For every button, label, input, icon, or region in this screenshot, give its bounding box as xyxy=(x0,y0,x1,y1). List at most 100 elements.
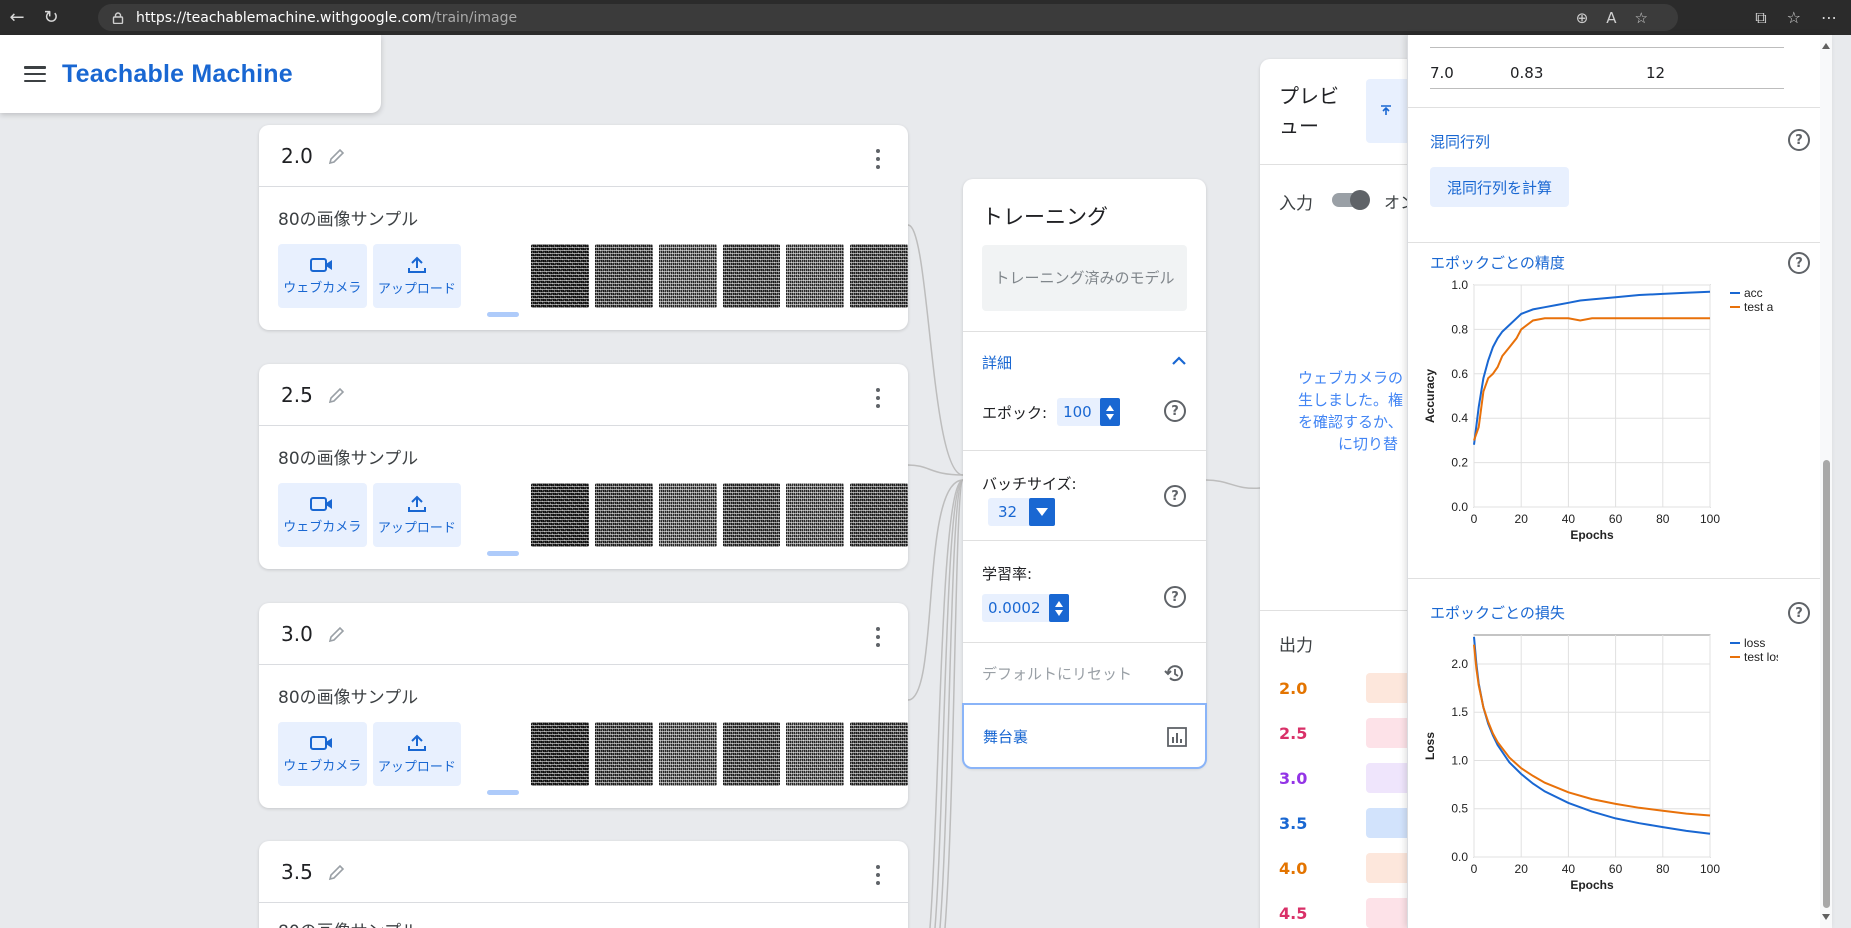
sample-thumbnail[interactable] xyxy=(658,244,717,308)
edit-pencil-icon[interactable] xyxy=(327,385,347,405)
reset-defaults-label: デフォルトにリセット xyxy=(982,664,1133,683)
scrollbar-thumb[interactable] xyxy=(1823,460,1830,908)
compute-confusion-button[interactable]: 混同行列を計算 xyxy=(1430,167,1570,207)
sample-thumbnail[interactable] xyxy=(467,244,525,308)
class-name[interactable]: 3.0 xyxy=(281,622,313,646)
samples-scrollbar[interactable] xyxy=(487,312,519,317)
y-axis-label: Accuracy xyxy=(1423,369,1437,423)
class-name[interactable]: 3.5 xyxy=(281,860,313,884)
samples-scrollbar[interactable] xyxy=(487,790,519,795)
y-tick-label: 0.6 xyxy=(1451,367,1468,381)
y-axis-label: Loss xyxy=(1423,732,1437,760)
x-tick-label: 40 xyxy=(1562,862,1576,876)
trained-model-button[interactable]: トレーニング済みのモデル xyxy=(982,245,1187,311)
learning-rate-stepper[interactable] xyxy=(1048,594,1069,622)
class-card-2-5: 2.5 80の画像サンプル ウェブカメラ アップロード xyxy=(259,364,908,569)
sample-thumbnail[interactable] xyxy=(467,722,525,786)
x-axis-label: Epochs xyxy=(1570,878,1614,892)
epochs-stepper[interactable] xyxy=(1099,398,1120,426)
sample-thumbnail[interactable] xyxy=(722,244,781,308)
class-name[interactable]: 2.5 xyxy=(281,383,313,407)
epochs-input[interactable]: 100 xyxy=(1057,398,1120,426)
accuracy-help-icon[interactable]: ? xyxy=(1788,252,1810,274)
epochs-help-icon[interactable]: ? xyxy=(1164,400,1186,422)
more-icon[interactable]: ⋯ xyxy=(1821,8,1837,27)
input-toggle[interactable] xyxy=(1332,190,1370,210)
sample-thumbnail[interactable] xyxy=(722,483,781,547)
webcam-label: ウェブカメラ xyxy=(283,519,362,535)
chevron-up-icon[interactable] xyxy=(1172,354,1186,368)
accuracy-chart-title: エポックごとの精度 xyxy=(1430,254,1565,272)
upload-button[interactable]: アップロード xyxy=(372,722,462,786)
favorite-star-icon[interactable]: ☆ xyxy=(1635,9,1648,27)
extensions-icon[interactable]: ⧉ xyxy=(1755,8,1766,28)
accuracy-table-row: 7.0 0.83 12 xyxy=(1430,55,1784,89)
webcam-button[interactable]: ウェブカメラ xyxy=(278,722,367,786)
sample-thumbnail[interactable] xyxy=(530,483,589,547)
sample-thumbnail[interactable] xyxy=(594,722,653,786)
output-class-label: 3.5 xyxy=(1279,814,1308,833)
scroll-down-icon[interactable] xyxy=(1822,914,1830,920)
edit-pencil-icon[interactable] xyxy=(327,146,347,166)
sample-thumbnail[interactable] xyxy=(530,244,589,308)
drawer-scrollbar[interactable] xyxy=(1820,35,1832,928)
epochs-value: 100 xyxy=(1063,403,1092,421)
legend-label: loss xyxy=(1744,636,1765,650)
learning-rate-value: 0.0002 xyxy=(988,599,1041,617)
sample-thumbnail[interactable] xyxy=(658,722,717,786)
upload-label: アップロード xyxy=(377,520,456,536)
favorites-icon[interactable]: ☆ xyxy=(1787,8,1801,27)
class-options-icon[interactable] xyxy=(876,149,880,169)
videocam-icon xyxy=(310,496,333,511)
x-tick-label: 0 xyxy=(1471,862,1478,876)
confusion-help-icon[interactable]: ? xyxy=(1788,129,1810,151)
loss-chart: 0 20 40 60 80 100 0.0 0.5 1.0 1.5 2.0 Epochs Loss los… xyxy=(1423,634,1778,892)
batch-size-select[interactable]: 32 xyxy=(988,498,1056,526)
upload-icon xyxy=(407,734,426,751)
loss-help-icon[interactable]: ? xyxy=(1788,602,1810,624)
sample-thumbnail[interactable] xyxy=(850,244,908,308)
output-class-label: 3.0 xyxy=(1279,769,1308,788)
sample-count: 80の画像サンプル xyxy=(278,688,419,708)
batch-size-help-icon[interactable]: ? xyxy=(1164,485,1186,507)
learning-rate-input[interactable]: 0.0002 xyxy=(982,594,1069,622)
sample-thumbnail[interactable] xyxy=(722,722,781,786)
class-card-3-0: 3.0 80の画像サンプル ウェブカメラ アップロード xyxy=(259,603,908,808)
dropdown-arrow-icon[interactable] xyxy=(1029,498,1056,526)
zoom-icon[interactable]: ⊕ xyxy=(1576,9,1589,27)
class-name[interactable]: 2.0 xyxy=(281,144,313,168)
webcam-button[interactable]: ウェブカメラ xyxy=(278,483,367,547)
details-toggle[interactable]: 詳細 xyxy=(963,332,1206,392)
sample-thumbnail[interactable] xyxy=(530,722,589,786)
scroll-up-icon[interactable] xyxy=(1822,43,1830,49)
samples-scrollbar[interactable] xyxy=(487,551,519,556)
sample-count: 80の画像サンプル xyxy=(278,917,908,928)
sample-thumbnail[interactable] xyxy=(594,244,653,308)
class-options-icon[interactable] xyxy=(876,865,880,885)
sample-thumbnail[interactable] xyxy=(594,483,653,547)
sample-thumbnail[interactable] xyxy=(786,722,845,786)
webcam-button[interactable]: ウェブカメラ xyxy=(278,244,367,308)
upload-button[interactable]: アップロード xyxy=(372,244,462,308)
sample-thumbnail[interactable] xyxy=(467,483,525,547)
sample-thumbnail[interactable] xyxy=(658,483,717,547)
preview-panel: プレビュー 入力 オン ウェブカメラの 生しました。権 を確認するか、 に切り替… xyxy=(1260,59,1420,928)
edit-pencil-icon[interactable] xyxy=(327,624,347,644)
class-options-icon[interactable] xyxy=(876,388,880,408)
sample-thumbnail[interactable] xyxy=(850,483,908,547)
upload-button[interactable]: アップロード xyxy=(372,483,462,547)
learning-rate-label: 学習率: xyxy=(982,565,1033,583)
class-options-icon[interactable] xyxy=(876,627,880,647)
edit-pencil-icon[interactable] xyxy=(327,862,347,882)
sample-thumbnail[interactable] xyxy=(786,244,845,308)
learning-rate-help-icon[interactable]: ? xyxy=(1164,586,1186,608)
under-the-hood-label: 舞台裏 xyxy=(983,727,1029,746)
class-card-2-0: 2.0 80の画像サンプル ウェブカメラ アップロード xyxy=(259,125,908,330)
sample-thumbnail[interactable] xyxy=(786,483,845,547)
sample-thumbnail[interactable] xyxy=(850,722,908,786)
history-icon[interactable] xyxy=(1164,663,1186,683)
under-the-hood-button[interactable]: 舞台裏 xyxy=(962,703,1207,769)
read-aloud-icon[interactable]: A xyxy=(1606,9,1616,27)
menu-icon[interactable] xyxy=(24,66,46,82)
app-title[interactable]: Teachable Machine xyxy=(62,60,293,89)
